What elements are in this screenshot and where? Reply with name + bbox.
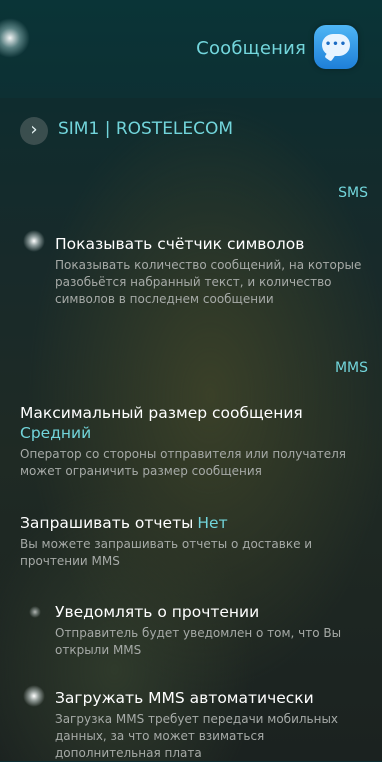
max-size-description: Оператор со стороны отправителя или полу… xyxy=(20,447,347,478)
char-counter-title: Показывать счётчик символов xyxy=(55,235,305,253)
section-header-mms: MMS xyxy=(334,360,368,376)
max-size-value: Средний xyxy=(20,424,92,442)
sim-label: SIM1 | ROSTELECOM xyxy=(58,119,234,139)
setting-max-size[interactable]: Максимальный размер сообщения Средний Оп… xyxy=(20,403,370,480)
auto-mms-title: Загружать MMS автоматически xyxy=(55,689,314,707)
chat-bubble-icon: ••• xyxy=(322,34,350,56)
auto-mms-description: Загрузка MMS требует передачи мобильных … xyxy=(55,712,339,760)
reports-description: Вы можете запрашивать отчеты о доставке … xyxy=(20,537,313,568)
header-glow-indicator xyxy=(0,18,30,58)
setting-auto-mms[interactable]: Загружать MMS автоматически Загрузка MMS… xyxy=(55,688,370,762)
page-title: Сообщения xyxy=(196,38,306,59)
read-notify-description: Отправитель будет уведомлен о том, что В… xyxy=(55,626,342,657)
char-counter-description: Показывать количество сообщений, на кото… xyxy=(55,258,362,306)
setting-char-counter[interactable]: Показывать счётчик символов Показывать к… xyxy=(55,234,370,308)
chevron-right-icon: › xyxy=(20,117,48,145)
reports-title: Запрашивать отчеты xyxy=(20,514,194,532)
setting-reports[interactable]: Запрашивать отчеты Нет Вы можете запрашив… xyxy=(20,513,370,570)
max-size-title: Максимальный размер сообщения xyxy=(20,404,303,422)
read-notify-title: Уведомлять о прочтении xyxy=(55,603,260,621)
auto-mms-toggle[interactable] xyxy=(23,685,45,707)
char-counter-toggle[interactable] xyxy=(23,230,45,252)
messages-app-icon[interactable]: ••• xyxy=(314,25,358,69)
reports-value: Нет xyxy=(197,514,228,532)
read-notify-toggle[interactable] xyxy=(29,606,41,618)
setting-read-notify[interactable]: Уведомлять о прочтении Отправитель будет… xyxy=(55,602,370,659)
section-header-sms: SMS xyxy=(338,185,368,201)
app-header: Сообщения ••• xyxy=(0,0,382,98)
